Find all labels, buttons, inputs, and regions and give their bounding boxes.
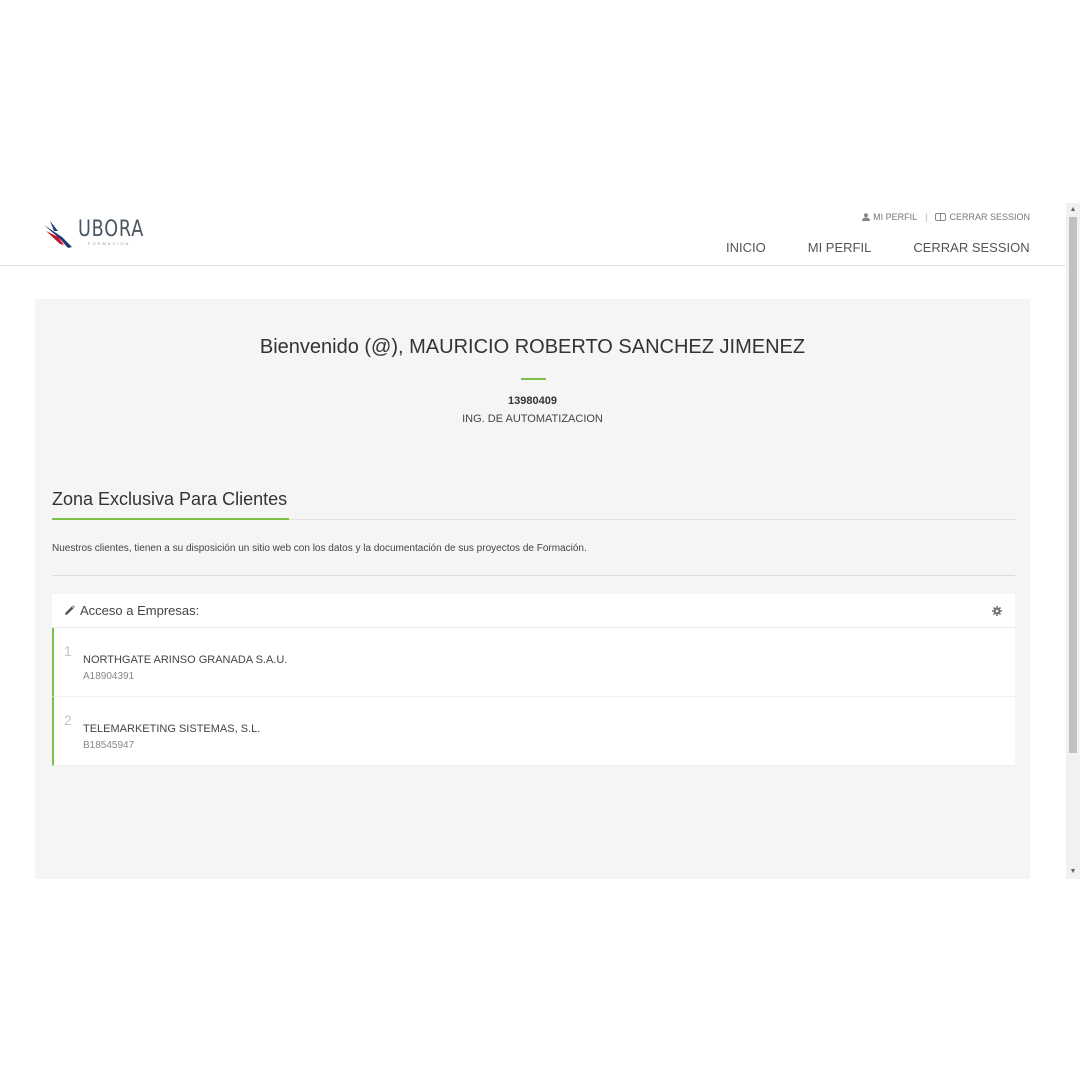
- top-link-profile-label: MI PERFIL: [873, 212, 918, 222]
- companies-card: Acceso a Empresas: 1 NORTHGATE ARINSO GR…: [52, 594, 1015, 766]
- vertical-scrollbar[interactable]: ▲ ▼: [1066, 203, 1080, 879]
- section-divider: [289, 519, 1015, 520]
- section-title: Zona Exclusiva Para Clientes: [52, 489, 288, 509]
- top-link-profile[interactable]: MI PERFIL: [862, 212, 917, 222]
- user-id: 13980409: [508, 395, 557, 407]
- gear-icon[interactable]: [992, 606, 1002, 616]
- company-number: 1: [64, 643, 72, 659]
- logout-icon: [935, 213, 947, 221]
- welcome-heading: Bienvenido (@), MAURICIO ROBERTO SANCHEZ…: [259, 336, 806, 358]
- company-list-item[interactable]: 2 TELEMARKETING SISTEMAS, S.L. B18545947: [52, 697, 1015, 766]
- company-list-item[interactable]: 1 NORTHGATE ARINSO GRANADA S.A.U. A18904…: [52, 628, 1015, 697]
- user-role: ING. DE AUTOMATIZACION: [462, 413, 603, 425]
- browser-viewport: UBORA FORMACION MI PERFIL | CERRAR SESSI…: [0, 203, 1080, 879]
- company-name[interactable]: TELEMARKETING SISTEMAS, S.L.: [83, 723, 260, 735]
- section-title-underline: [52, 518, 289, 520]
- card-title-label: Acceso a Empresas:: [80, 603, 200, 618]
- description-divider: [52, 575, 1015, 576]
- company-name[interactable]: NORTHGATE ARINSO GRANADA S.A.U.: [83, 654, 287, 666]
- main-nav: INICIO MI PERFIL CERRAR SESSION: [726, 240, 1030, 255]
- pencil-icon: [65, 605, 75, 615]
- card-title: Acceso a Empresas:: [64, 603, 199, 618]
- company-code: A18904391: [83, 671, 135, 682]
- scroll-up-arrow-icon[interactable]: ▲: [1066, 203, 1080, 217]
- user-icon: [862, 213, 871, 221]
- top-links: MI PERFIL | CERRAR SESSION: [862, 212, 1030, 222]
- company-number: 2: [64, 712, 72, 728]
- nav-inicio[interactable]: INICIO: [726, 240, 766, 255]
- card-header: Acceso a Empresas:: [52, 594, 1015, 628]
- section-description: Nuestros clientes, tienen a su disposici…: [52, 543, 587, 554]
- top-link-logout-label: CERRAR SESSION: [949, 212, 1030, 222]
- logo-text: UBORA: [78, 217, 145, 242]
- top-links-separator: |: [925, 212, 928, 222]
- logo-subtext: FORMACION: [88, 241, 131, 246]
- scroll-down-arrow-icon[interactable]: ▼: [1066, 865, 1080, 879]
- welcome-divider: [521, 378, 546, 380]
- content-panel: Bienvenido (@), MAURICIO ROBERTO SANCHEZ…: [35, 299, 1030, 879]
- top-link-logout[interactable]: CERRAR SESSION: [935, 212, 1030, 222]
- site-header: UBORA FORMACION MI PERFIL | CERRAR SESSI…: [0, 203, 1066, 266]
- company-code: B18545947: [83, 740, 135, 751]
- logo-bird-icon: [44, 221, 72, 248]
- logo[interactable]: UBORA FORMACION: [42, 217, 161, 251]
- nav-cerrar-session[interactable]: CERRAR SESSION: [913, 240, 1029, 255]
- scroll-thumb[interactable]: [1069, 217, 1077, 753]
- nav-mi-perfil[interactable]: MI PERFIL: [808, 240, 872, 255]
